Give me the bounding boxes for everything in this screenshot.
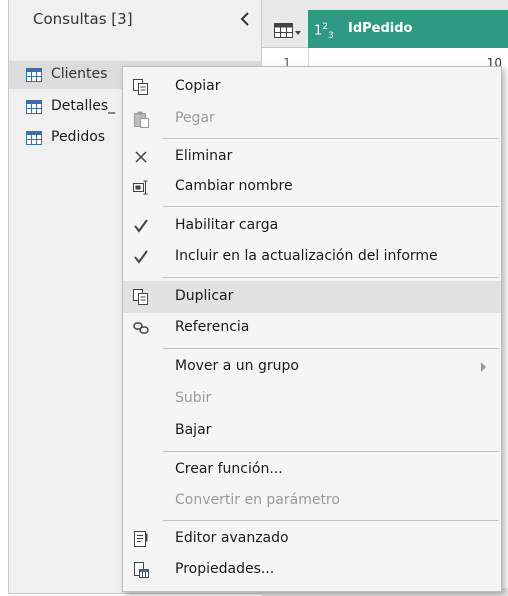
menu-item-enable-load[interactable]: Habilitar carga bbox=[123, 210, 501, 242]
checkmark-icon bbox=[134, 219, 148, 233]
column-type-icon[interactable]: 123 bbox=[314, 22, 334, 41]
menu-label: Bajar bbox=[175, 422, 212, 438]
menu-item-move-up[interactable]: Subir bbox=[123, 383, 501, 415]
menu-label: Convertir en parámetro bbox=[175, 492, 340, 508]
reference-icon bbox=[133, 322, 149, 334]
menu-label: Editor avanzado bbox=[175, 530, 289, 546]
menu-separator bbox=[163, 520, 499, 521]
menu-item-include-refresh[interactable]: Incluir en la actualización del informe bbox=[123, 241, 501, 273]
menu-item-move-down[interactable]: Bajar bbox=[123, 415, 501, 447]
context-menu: Copiar Pegar Eliminar Cambiar nombre Hab… bbox=[122, 66, 502, 592]
menu-item-paste[interactable]: Pegar bbox=[123, 103, 501, 135]
menu-item-properties[interactable]: Propiedades... bbox=[123, 554, 501, 586]
menu-item-reference[interactable]: Referencia bbox=[123, 312, 501, 344]
menu-separator bbox=[163, 138, 499, 139]
menu-separator bbox=[163, 277, 499, 278]
properties-icon bbox=[134, 562, 149, 578]
menu-item-delete[interactable]: Eliminar bbox=[123, 141, 501, 173]
menu-item-move-group[interactable]: Mover a un grupo bbox=[123, 351, 501, 383]
column-name: IdPedido bbox=[348, 21, 413, 36]
menu-separator bbox=[163, 451, 499, 452]
menu-label: Crear función... bbox=[175, 461, 283, 477]
rename-icon bbox=[133, 180, 148, 195]
menu-label: Propiedades... bbox=[175, 561, 275, 577]
advanced-editor-icon bbox=[134, 531, 148, 547]
table-icon bbox=[26, 100, 42, 114]
query-label: Pedidos bbox=[51, 129, 106, 145]
table-menu-icon[interactable] bbox=[272, 20, 302, 42]
menu-item-rename[interactable]: Cambiar nombre bbox=[123, 171, 501, 203]
menu-label: Pegar bbox=[175, 110, 215, 126]
menu-item-convert-parameter[interactable]: Convertir en parámetro bbox=[123, 485, 501, 517]
chevron-left-icon[interactable] bbox=[237, 10, 253, 28]
menu-label: Cambiar nombre bbox=[175, 178, 293, 194]
menu-label: Subir bbox=[175, 390, 212, 406]
menu-item-create-function[interactable]: Crear función... bbox=[123, 454, 501, 486]
menu-item-copy[interactable]: Copiar bbox=[123, 71, 501, 103]
copy-icon bbox=[133, 79, 148, 95]
menu-separator bbox=[163, 206, 499, 207]
menu-label: Mover a un grupo bbox=[175, 358, 299, 374]
queries-header: Consultas [3] bbox=[9, 0, 261, 40]
menu-label: Referencia bbox=[175, 319, 250, 335]
checkmark-icon bbox=[134, 250, 148, 264]
close-icon bbox=[135, 151, 147, 163]
paste-icon bbox=[134, 111, 149, 128]
menu-item-advanced-editor[interactable]: Editor avanzado bbox=[123, 523, 501, 555]
menu-label: Eliminar bbox=[175, 148, 233, 164]
table-icon bbox=[26, 68, 42, 82]
menu-item-duplicate[interactable]: Duplicar bbox=[123, 281, 501, 313]
table-icon bbox=[26, 131, 42, 145]
menu-separator bbox=[163, 348, 499, 349]
menu-label: Duplicar bbox=[175, 288, 234, 304]
queries-title: Consultas [3] bbox=[33, 10, 133, 28]
column-header-idpedido[interactable]: 123 IdPedido bbox=[308, 10, 508, 48]
menu-label: Habilitar carga bbox=[175, 217, 279, 233]
query-label: Detalles_ bbox=[51, 98, 116, 114]
grid-header: 123 IdPedido bbox=[262, 0, 508, 48]
menu-label: Incluir en la actualización del informe bbox=[175, 248, 438, 264]
query-label: Clientes bbox=[51, 66, 108, 82]
menu-label: Copiar bbox=[175, 78, 221, 94]
chevron-right-icon bbox=[481, 362, 486, 372]
duplicate-icon bbox=[133, 289, 148, 305]
